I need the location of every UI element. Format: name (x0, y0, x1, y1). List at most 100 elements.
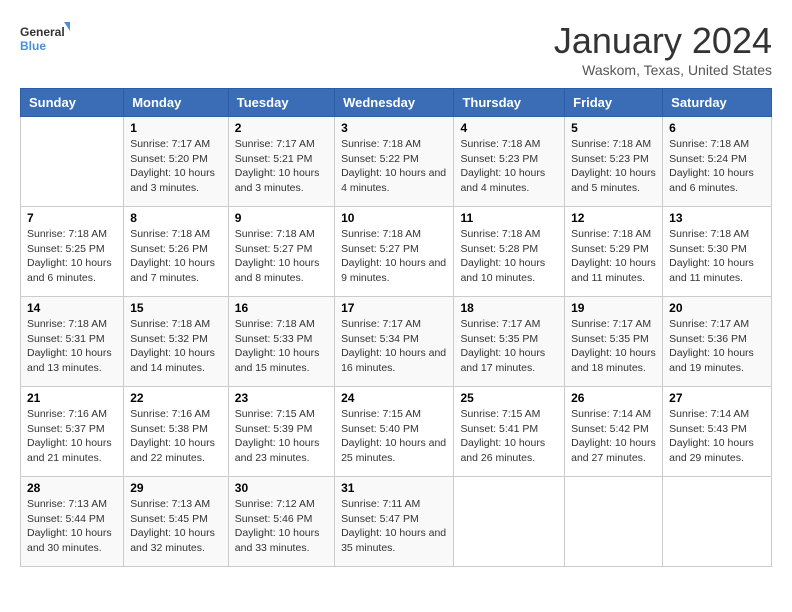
title-block: January 2024 Waskom, Texas, United State… (554, 20, 772, 78)
calendar-cell: 1 Sunrise: 7:17 AMSunset: 5:20 PMDayligh… (124, 117, 229, 207)
calendar-cell: 30 Sunrise: 7:12 AMSunset: 5:46 PMDaylig… (228, 477, 334, 567)
svg-text:Blue: Blue (20, 39, 46, 53)
calendar-cell: 6 Sunrise: 7:18 AMSunset: 5:24 PMDayligh… (663, 117, 772, 207)
day-number: 12 (571, 211, 656, 225)
day-info: Sunrise: 7:17 AMSunset: 5:34 PMDaylight:… (341, 317, 447, 376)
day-info: Sunrise: 7:18 AMSunset: 5:27 PMDaylight:… (341, 227, 447, 286)
day-number: 6 (669, 121, 765, 135)
calendar-cell: 16 Sunrise: 7:18 AMSunset: 5:33 PMDaylig… (228, 297, 334, 387)
day-info: Sunrise: 7:16 AMSunset: 5:37 PMDaylight:… (27, 407, 117, 466)
day-number: 29 (130, 481, 222, 495)
day-info: Sunrise: 7:18 AMSunset: 5:33 PMDaylight:… (235, 317, 328, 376)
day-number: 21 (27, 391, 117, 405)
header-monday: Monday (124, 89, 229, 117)
day-info: Sunrise: 7:18 AMSunset: 5:23 PMDaylight:… (460, 137, 558, 196)
day-number: 31 (341, 481, 447, 495)
page-header: General Blue January 2024 Waskom, Texas,… (20, 20, 772, 78)
day-number: 9 (235, 211, 328, 225)
day-info: Sunrise: 7:18 AMSunset: 5:26 PMDaylight:… (130, 227, 222, 286)
day-info: Sunrise: 7:12 AMSunset: 5:46 PMDaylight:… (235, 497, 328, 556)
day-number: 24 (341, 391, 447, 405)
day-number: 18 (460, 301, 558, 315)
day-number: 15 (130, 301, 222, 315)
day-info: Sunrise: 7:17 AMSunset: 5:20 PMDaylight:… (130, 137, 222, 196)
day-number: 4 (460, 121, 558, 135)
calendar-table: SundayMondayTuesdayWednesdayThursdayFrid… (20, 88, 772, 567)
day-number: 10 (341, 211, 447, 225)
calendar-cell: 15 Sunrise: 7:18 AMSunset: 5:32 PMDaylig… (124, 297, 229, 387)
day-number: 8 (130, 211, 222, 225)
calendar-cell: 10 Sunrise: 7:18 AMSunset: 5:27 PMDaylig… (335, 207, 454, 297)
day-number: 25 (460, 391, 558, 405)
day-info: Sunrise: 7:14 AMSunset: 5:42 PMDaylight:… (571, 407, 656, 466)
calendar-cell: 19 Sunrise: 7:17 AMSunset: 5:35 PMDaylig… (565, 297, 663, 387)
calendar-cell: 31 Sunrise: 7:11 AMSunset: 5:47 PMDaylig… (335, 477, 454, 567)
calendar-cell: 22 Sunrise: 7:16 AMSunset: 5:38 PMDaylig… (124, 387, 229, 477)
day-info: Sunrise: 7:13 AMSunset: 5:45 PMDaylight:… (130, 497, 222, 556)
day-info: Sunrise: 7:13 AMSunset: 5:44 PMDaylight:… (27, 497, 117, 556)
day-info: Sunrise: 7:18 AMSunset: 5:24 PMDaylight:… (669, 137, 765, 196)
day-number: 22 (130, 391, 222, 405)
day-number: 2 (235, 121, 328, 135)
header-row: SundayMondayTuesdayWednesdayThursdayFrid… (21, 89, 772, 117)
calendar-cell: 28 Sunrise: 7:13 AMSunset: 5:44 PMDaylig… (21, 477, 124, 567)
week-row-0: 1 Sunrise: 7:17 AMSunset: 5:20 PMDayligh… (21, 117, 772, 207)
calendar-cell: 12 Sunrise: 7:18 AMSunset: 5:29 PMDaylig… (565, 207, 663, 297)
header-tuesday: Tuesday (228, 89, 334, 117)
day-info: Sunrise: 7:14 AMSunset: 5:43 PMDaylight:… (669, 407, 765, 466)
calendar-cell: 7 Sunrise: 7:18 AMSunset: 5:25 PMDayligh… (21, 207, 124, 297)
day-number: 27 (669, 391, 765, 405)
day-number: 26 (571, 391, 656, 405)
day-number: 30 (235, 481, 328, 495)
header-wednesday: Wednesday (335, 89, 454, 117)
calendar-cell: 4 Sunrise: 7:18 AMSunset: 5:23 PMDayligh… (454, 117, 565, 207)
calendar-cell: 18 Sunrise: 7:17 AMSunset: 5:35 PMDaylig… (454, 297, 565, 387)
week-row-4: 28 Sunrise: 7:13 AMSunset: 5:44 PMDaylig… (21, 477, 772, 567)
day-info: Sunrise: 7:15 AMSunset: 5:41 PMDaylight:… (460, 407, 558, 466)
day-info: Sunrise: 7:18 AMSunset: 5:22 PMDaylight:… (341, 137, 447, 196)
day-info: Sunrise: 7:17 AMSunset: 5:35 PMDaylight:… (571, 317, 656, 376)
day-info: Sunrise: 7:11 AMSunset: 5:47 PMDaylight:… (341, 497, 447, 556)
header-sunday: Sunday (21, 89, 124, 117)
day-info: Sunrise: 7:18 AMSunset: 5:30 PMDaylight:… (669, 227, 765, 286)
day-info: Sunrise: 7:17 AMSunset: 5:21 PMDaylight:… (235, 137, 328, 196)
day-number: 19 (571, 301, 656, 315)
logo-svg: General Blue (20, 20, 70, 60)
calendar-cell (454, 477, 565, 567)
week-row-2: 14 Sunrise: 7:18 AMSunset: 5:31 PMDaylig… (21, 297, 772, 387)
calendar-cell: 26 Sunrise: 7:14 AMSunset: 5:42 PMDaylig… (565, 387, 663, 477)
day-number: 7 (27, 211, 117, 225)
day-info: Sunrise: 7:17 AMSunset: 5:36 PMDaylight:… (669, 317, 765, 376)
calendar-cell: 25 Sunrise: 7:15 AMSunset: 5:41 PMDaylig… (454, 387, 565, 477)
calendar-cell (565, 477, 663, 567)
calendar-cell (21, 117, 124, 207)
calendar-cell: 5 Sunrise: 7:18 AMSunset: 5:23 PMDayligh… (565, 117, 663, 207)
header-friday: Friday (565, 89, 663, 117)
calendar-cell: 27 Sunrise: 7:14 AMSunset: 5:43 PMDaylig… (663, 387, 772, 477)
day-number: 28 (27, 481, 117, 495)
day-info: Sunrise: 7:16 AMSunset: 5:38 PMDaylight:… (130, 407, 222, 466)
header-saturday: Saturday (663, 89, 772, 117)
day-info: Sunrise: 7:18 AMSunset: 5:28 PMDaylight:… (460, 227, 558, 286)
svg-text:General: General (20, 25, 65, 39)
day-number: 17 (341, 301, 447, 315)
calendar-cell: 20 Sunrise: 7:17 AMSunset: 5:36 PMDaylig… (663, 297, 772, 387)
calendar-cell: 2 Sunrise: 7:17 AMSunset: 5:21 PMDayligh… (228, 117, 334, 207)
day-info: Sunrise: 7:18 AMSunset: 5:31 PMDaylight:… (27, 317, 117, 376)
calendar-cell: 13 Sunrise: 7:18 AMSunset: 5:30 PMDaylig… (663, 207, 772, 297)
day-info: Sunrise: 7:15 AMSunset: 5:40 PMDaylight:… (341, 407, 447, 466)
header-thursday: Thursday (454, 89, 565, 117)
calendar-cell: 21 Sunrise: 7:16 AMSunset: 5:37 PMDaylig… (21, 387, 124, 477)
week-row-1: 7 Sunrise: 7:18 AMSunset: 5:25 PMDayligh… (21, 207, 772, 297)
day-number: 23 (235, 391, 328, 405)
week-row-3: 21 Sunrise: 7:16 AMSunset: 5:37 PMDaylig… (21, 387, 772, 477)
day-number: 11 (460, 211, 558, 225)
day-info: Sunrise: 7:18 AMSunset: 5:23 PMDaylight:… (571, 137, 656, 196)
calendar-cell: 8 Sunrise: 7:18 AMSunset: 5:26 PMDayligh… (124, 207, 229, 297)
calendar-cell: 17 Sunrise: 7:17 AMSunset: 5:34 PMDaylig… (335, 297, 454, 387)
day-info: Sunrise: 7:18 AMSunset: 5:27 PMDaylight:… (235, 227, 328, 286)
day-number: 13 (669, 211, 765, 225)
month-title: January 2024 (554, 20, 772, 62)
day-number: 20 (669, 301, 765, 315)
day-number: 16 (235, 301, 328, 315)
